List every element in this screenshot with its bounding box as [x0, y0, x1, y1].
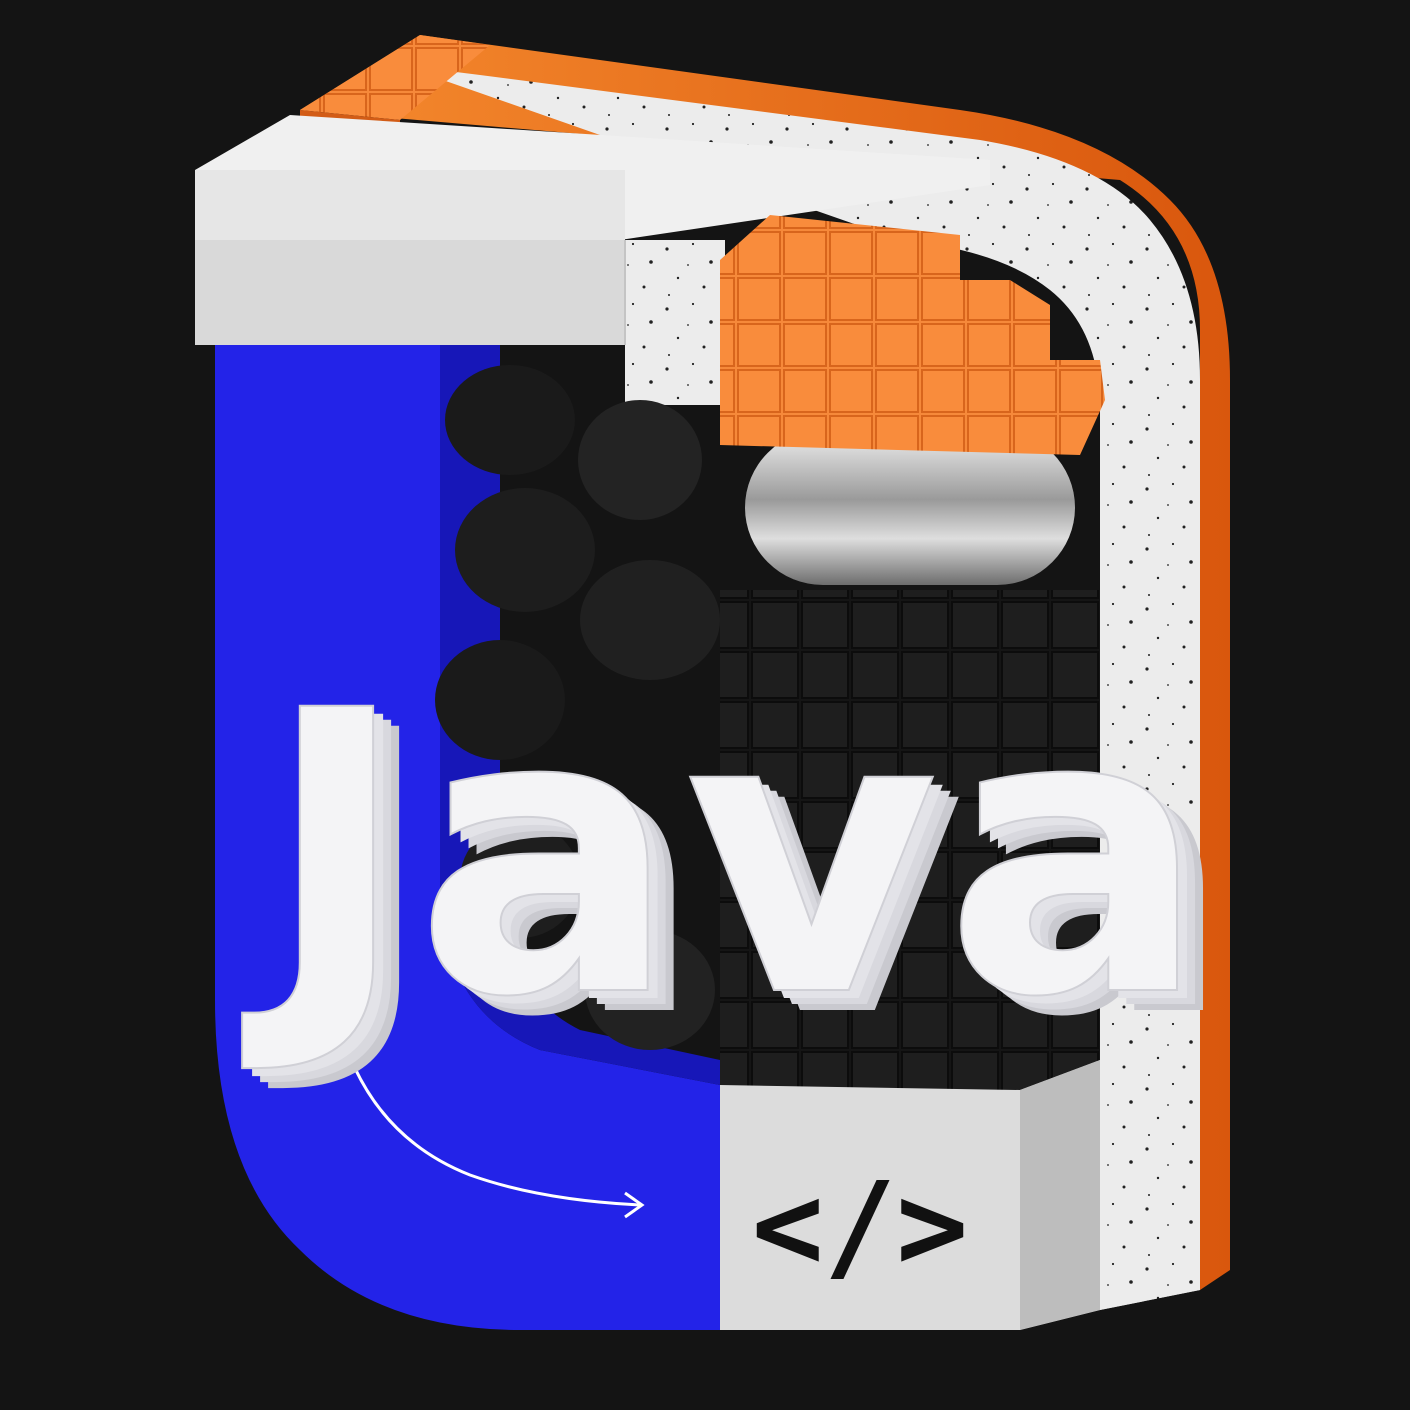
java-title: Java — [240, 628, 1214, 1082]
java-3d-illustration: </> Java Java Java Java — [0, 0, 1410, 1410]
code-brackets-icon: </> — [752, 1158, 969, 1297]
java-artwork: </> Java Java Java Java — [195, 35, 1234, 1330]
